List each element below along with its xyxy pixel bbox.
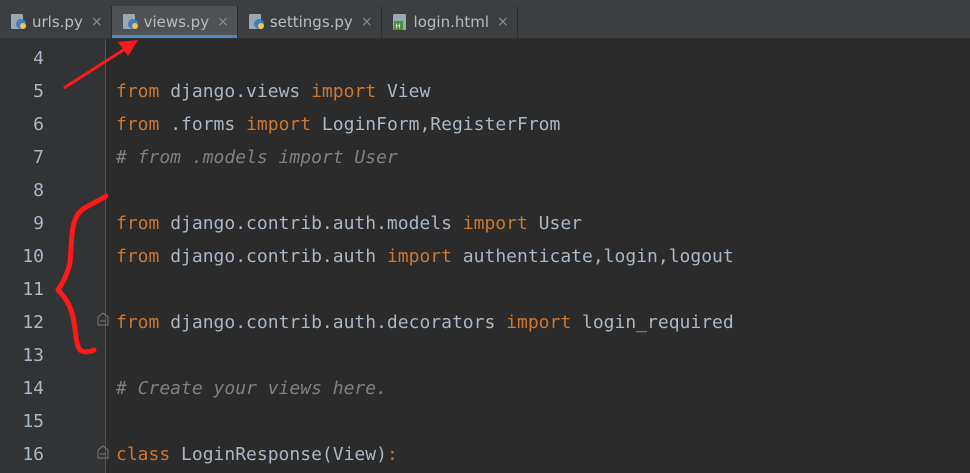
line-number: 16 [22,444,44,465]
tab-label: settings.py [269,13,353,31]
code-text: # Create your views here. [116,372,387,405]
code-line: 15 [0,405,970,438]
keyword-token: from [116,114,160,135]
code-token: django.contrib.auth.models [159,213,463,234]
keyword-token: import [462,213,528,234]
code-token: django.contrib.auth.decorators [159,312,507,333]
code-line: 16 class LoginResponse(View): [0,438,970,471]
line-number: 12 [22,312,44,333]
keyword-token: : [386,444,398,465]
code-token: .forms [159,114,247,135]
keyword-token: class [116,444,171,465]
code-line: 4 [0,42,970,75]
code-token: LoginResponse(View) [170,444,387,465]
code-line: 5 from django.views import View [0,75,970,108]
code-line: 14 # Create your views here. [0,372,970,405]
code-line: 11 [0,273,970,306]
line-number: 14 [22,378,44,399]
keyword-token: import [311,81,377,102]
close-icon[interactable]: × [91,14,103,30]
code-text: from .forms import LoginForm,RegisterFro… [116,108,560,141]
svg-text:H: H [395,24,400,31]
code-line: 7 # from .models import User [0,141,970,174]
line-number: 15 [22,411,44,432]
code-text: from django.contrib.auth import authenti… [116,240,734,273]
keyword-token: from [116,213,160,234]
code-token: django.views [159,81,312,102]
code-token: login_required [571,312,734,333]
tab-label: login.html [413,13,490,31]
tab-label: views.py [143,13,210,31]
keyword-token: import [386,246,452,267]
line-number: 8 [33,180,44,201]
line-number: 7 [33,147,44,168]
keyword-token: from [116,81,160,102]
code-line: 12 from django.contrib.auth.decorators im… [0,306,970,339]
html-file-icon: H [392,14,406,31]
line-number: 4 [33,48,44,69]
line-number: 10 [22,246,44,267]
python-file-icon [11,14,26,29]
tab-urls-py[interactable]: urls.py × [0,6,112,38]
fold-marker-icon[interactable] [97,312,109,326]
code-token: django.contrib.auth [159,246,387,267]
code-text: from django.contrib.auth.decorators impo… [116,306,734,339]
code-line: 8 [0,174,970,207]
python-file-icon [248,14,264,29]
comment-token: # from .models import User [116,147,398,168]
tab-views-py[interactable]: views.py × [111,6,238,38]
fold-marker-icon[interactable] [97,445,109,459]
tab-login-html[interactable]: H login.html × [382,6,518,38]
line-number: 6 [33,114,44,135]
python-file-icon [122,14,138,29]
code-text: from django.views import View [116,75,430,108]
tab-label: urls.py [32,13,83,31]
code-line: 9 from django.contrib.auth.models import … [0,207,970,240]
line-number: 5 [33,81,44,102]
comment-token: # Create your views here. [116,378,387,399]
code-editor[interactable]: 4 5 from django.views import View 6 from .fo… [0,39,970,473]
code-line: 6 from .forms import LoginForm,RegisterFr… [0,108,970,141]
close-icon[interactable]: × [217,14,229,30]
code-text: from django.contrib.auth.models import U… [116,207,582,240]
keyword-token: from [116,246,160,267]
editor-tab-bar: urls.py × views.py × settings.py × H log… [0,6,970,39]
keyword-token: from [116,312,160,333]
line-number: 9 [33,213,44,234]
code-text: class LoginResponse(View): [116,438,398,471]
code-token: authenticate,login,logout [451,246,734,267]
code-token: View [376,81,431,102]
code-line: 10 from django.contrib.auth import authen… [0,240,970,273]
code-line: 13 [0,339,970,372]
close-icon[interactable]: × [497,14,509,30]
keyword-token: import [246,114,312,135]
close-icon[interactable]: × [361,14,373,30]
keyword-token: import [506,312,572,333]
code-token: User [527,213,583,234]
code-token: LoginForm,RegisterFrom [311,114,561,135]
code-text: # from .models import User [116,141,398,174]
line-number: 13 [22,345,44,366]
tab-settings-py[interactable]: settings.py × [238,6,382,38]
line-number: 11 [22,279,44,300]
